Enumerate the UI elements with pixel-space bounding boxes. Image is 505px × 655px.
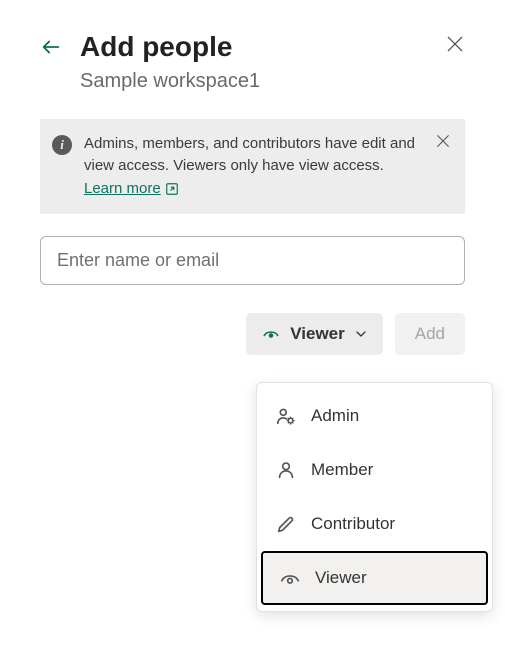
panel-title: Add people <box>80 30 427 64</box>
role-selected-label: Viewer <box>290 324 345 344</box>
back-button[interactable] <box>40 36 62 63</box>
role-option-member[interactable]: Member <box>257 443 492 497</box>
role-dropdown-menu: Admin Member Contributor Viewer <box>256 382 493 612</box>
action-row: Viewer Add <box>40 313 465 355</box>
name-or-email-input[interactable] <box>40 236 465 285</box>
info-dismiss-button[interactable] <box>435 133 451 154</box>
admin-icon <box>275 405 297 427</box>
add-button-label: Add <box>415 324 445 343</box>
viewer-icon <box>279 567 301 589</box>
title-block: Add people Sample workspace1 <box>80 30 427 93</box>
role-option-contributor[interactable]: Contributor <box>257 497 492 551</box>
role-option-label: Member <box>311 460 373 480</box>
back-arrow-icon <box>40 36 62 58</box>
member-icon <box>275 459 297 481</box>
info-message: Admins, members, and contributors have e… <box>84 135 415 175</box>
external-link-icon <box>165 182 179 196</box>
role-option-viewer[interactable]: Viewer <box>261 551 488 605</box>
role-option-label: Admin <box>311 406 359 426</box>
role-dropdown-button[interactable]: Viewer <box>246 313 383 355</box>
learn-more-link[interactable]: Learn more <box>84 178 179 201</box>
panel-header: Add people Sample workspace1 <box>40 30 465 93</box>
role-option-label: Viewer <box>315 568 367 588</box>
info-text: Admins, members, and contributors have e… <box>84 133 423 201</box>
chevron-down-icon <box>355 328 367 340</box>
viewer-icon <box>262 325 280 343</box>
add-people-panel: Add people Sample workspace1 i Admins, m… <box>0 0 505 375</box>
role-option-label: Contributor <box>311 514 395 534</box>
close-panel-button[interactable] <box>445 34 465 59</box>
close-icon <box>435 133 451 149</box>
add-button: Add <box>395 313 465 355</box>
role-option-admin[interactable]: Admin <box>257 389 492 443</box>
info-bar: i Admins, members, and contributors have… <box>40 119 465 215</box>
close-icon <box>445 34 465 54</box>
info-icon: i <box>52 135 72 155</box>
panel-subtitle: Sample workspace1 <box>80 70 427 93</box>
learn-more-label: Learn more <box>84 178 161 201</box>
contributor-icon <box>275 513 297 535</box>
